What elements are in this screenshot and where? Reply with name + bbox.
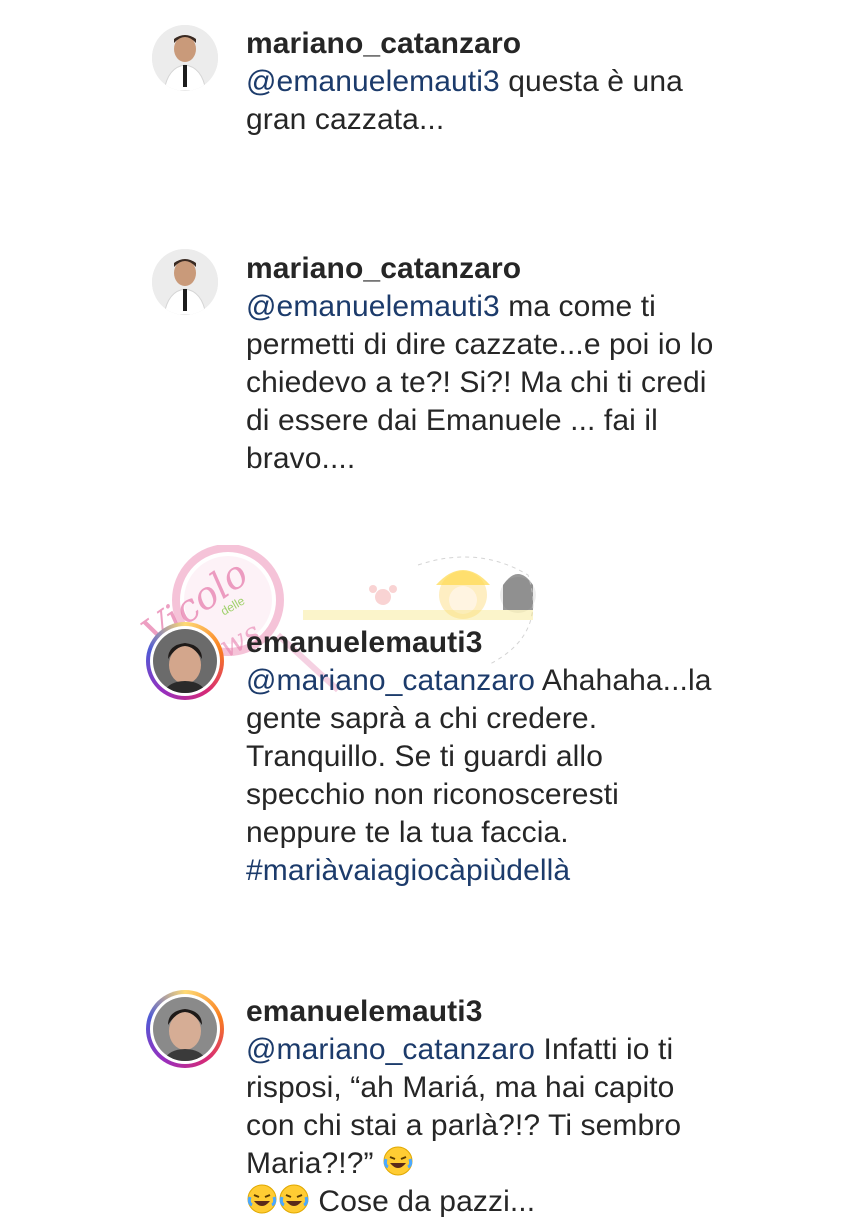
comment-username[interactable]: emanuelemauti3 [246,626,483,659]
laughing-crying-emoji-icon [247,1184,277,1214]
watermark-small: delle [218,593,248,619]
comment-hashtag[interactable]: #mariàvaiagiocàpiùdellà [246,854,570,887]
comment-mention[interactable]: @mariano_catanzaro [246,664,535,697]
comment-body: emanuelemauti3 @mariano_catanzaro Infatt… [246,993,726,1221]
comment-text-after-emoji: Cose da pazzi... [310,1185,536,1218]
comment-1: mariano_catanzaro @emanuelemauti3 questa… [0,0,842,200]
comment-username[interactable]: emanuelemauti3 [246,995,483,1028]
avatar[interactable] [152,249,218,315]
comment-username[interactable]: mariano_catanzaro [246,25,726,63]
avatar-story-ring[interactable] [146,990,224,1068]
avatar-photo-icon [153,997,217,1061]
comment-mention[interactable]: @emanuelemauti3 [246,65,500,98]
avatar-story-ring[interactable] [146,622,224,700]
avatar-photo-icon [152,25,218,91]
comment-body: mariano_catanzaro @emanuelemauti3 ma com… [246,250,726,478]
laughing-crying-emoji-icon [279,1184,309,1214]
avatar[interactable] [152,25,218,91]
laughing-crying-emoji-icon [383,1146,413,1176]
comment-mention[interactable]: @emanuelemauti3 [246,290,500,323]
avatar-photo-icon [153,629,217,693]
avatar-photo-icon [152,249,218,315]
comment-body: emanuelemauti3 @mariano_catanzaro Ahahah… [246,624,726,890]
comment-username[interactable]: mariano_catanzaro [246,250,726,288]
comment-body: mariano_catanzaro @emanuelemauti3 questa… [246,25,726,139]
comment-mention[interactable]: @mariano_catanzaro [246,1033,535,1066]
